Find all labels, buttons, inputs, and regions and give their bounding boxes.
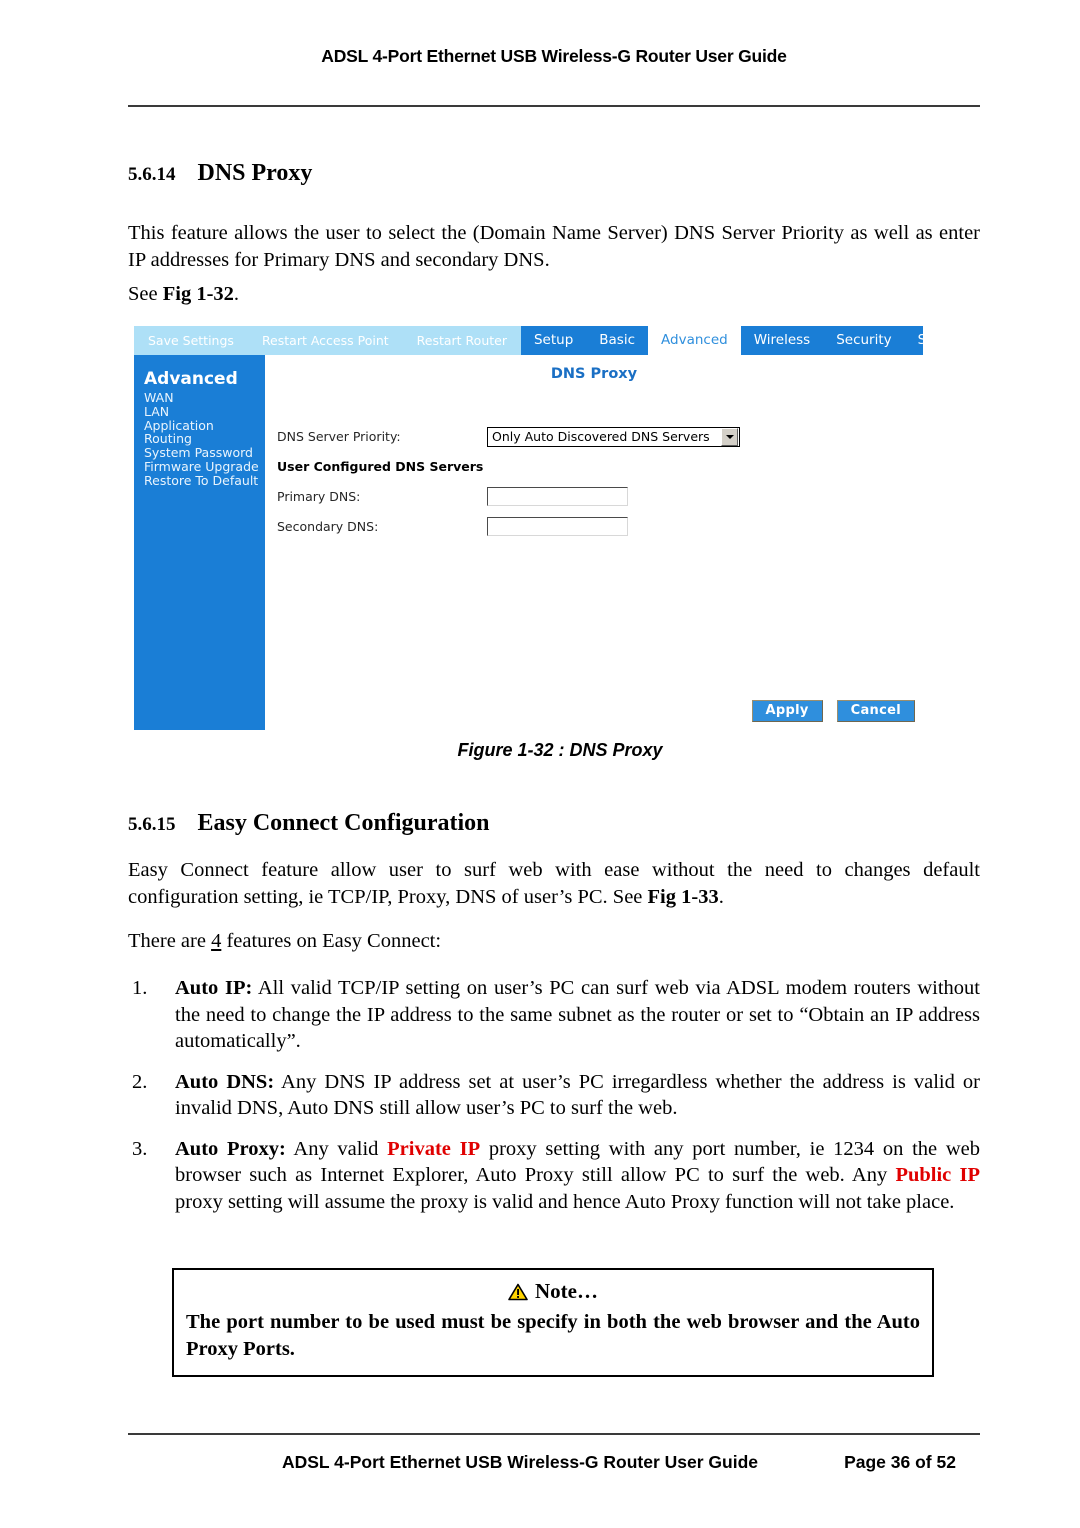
sidebar-item-firmware-upgrade[interactable]: Firmware Upgrade [144, 460, 265, 474]
dns-server-priority-select[interactable]: Only Auto Discovered DNS Servers [487, 426, 740, 447]
list-item-term: Auto IP: [175, 977, 253, 999]
footer-page-number: Page 36 of 52 [844, 1452, 956, 1472]
section-title: Easy Connect Configuration [197, 810, 490, 836]
apply-button[interactable]: Apply [751, 700, 823, 722]
list-item-text-a: Any valid [285, 1137, 388, 1160]
sidebar-item-system-password[interactable]: System Password [144, 446, 265, 460]
features-prefix: There are [128, 930, 212, 952]
router-sidebar: Advanced WAN LAN Application Routing Sys… [134, 355, 265, 730]
page-footer: ADSL 4-Port Ethernet USB Wireless-G Rout… [128, 1452, 980, 1473]
see-figure-1-32: See Fig 1-32. [128, 281, 980, 308]
list-marker: 2. [132, 1070, 148, 1093]
list-item-term: Auto Proxy: [175, 1137, 286, 1160]
cancel-button[interactable]: Cancel [836, 700, 915, 722]
easy-connect-feature-list: 1. Auto IP: All valid TCP/IP setting on u… [128, 975, 980, 1229]
list-item: 2. Auto DNS: Any DNS IP address set at us… [128, 1069, 980, 1122]
tab-advanced[interactable]: Advanced [648, 326, 741, 355]
list-item-term: Auto DNS: [175, 1070, 275, 1093]
tab-status[interactable]: Status [905, 326, 923, 355]
user-configured-dns-servers-label: User Configured DNS Servers [277, 459, 484, 474]
features-suffix: features on Easy Connect: [221, 930, 442, 952]
features-count: 4 [211, 930, 222, 952]
form-row-primary-dns: Primary DNS: [277, 482, 907, 511]
section-number: 5.6.14 [128, 164, 176, 185]
figure-caption: Figure 1-32 : DNS Proxy [457, 740, 663, 760]
list-item-text-c: proxy setting will assume the proxy is v… [175, 1190, 955, 1213]
nav-action-save-settings[interactable]: Save Settings [134, 326, 248, 355]
primary-dns-label: Primary DNS: [277, 489, 361, 504]
sidebar-item-application[interactable]: Application [144, 418, 265, 433]
sidebar-item-routing[interactable]: Routing [144, 432, 265, 446]
easy-intro-part2: . [718, 885, 724, 908]
dns-proxy-form: DNS Server Priority: Only Auto Discovere… [277, 422, 907, 542]
list-item-text: Any DNS IP address set at user’s PC irre… [175, 1070, 980, 1120]
note-heading-text: Note… [535, 1279, 598, 1303]
tab-basic[interactable]: Basic [586, 326, 648, 355]
easy-connect-intro-paragraph: Easy Connect feature allow user to surf … [128, 857, 980, 910]
easy-intro-part1: Easy Connect feature allow user to surf … [128, 859, 980, 908]
section-heading-easy-connect: 5.6.15 Easy Connect Configuration [128, 810, 490, 837]
panel-title-dns-proxy: DNS Proxy [550, 366, 638, 382]
section-heading-dns-proxy: 5.6.14 DNS Proxy [128, 160, 312, 187]
router-admin-screenshot: Save Settings Restart Access Point Resta… [134, 326, 923, 730]
dns-server-priority-label: DNS Server Priority: [277, 429, 401, 444]
list-item: 3. Auto Proxy: Any valid Private IP proxy… [128, 1136, 980, 1216]
dns-proxy-intro-paragraph: This feature allows the user to select t… [128, 222, 980, 271]
see-prefix: See [128, 283, 163, 305]
chevron-down-icon[interactable] [721, 427, 738, 446]
dns-server-priority-value: Only Auto Discovered DNS Servers [492, 429, 710, 444]
see-suffix: . [233, 283, 240, 305]
sidebar-item-lan[interactable]: LAN [144, 404, 265, 419]
running-header: ADSL 4-Port Ethernet USB Wireless-G Rout… [321, 46, 787, 66]
form-row-dns-priority: DNS Server Priority: Only Auto Discovere… [277, 422, 907, 451]
features-count-paragraph: There are 4 features on Easy Connect: [128, 928, 980, 955]
form-actions: Apply Cancel [751, 700, 915, 722]
warning-triangle-icon [508, 1281, 528, 1307]
router-navbar: Save Settings Restart Access Point Resta… [134, 326, 923, 355]
highlight-public-ip: Public IP [895, 1164, 980, 1186]
document-page: ADSL 4-Port Ethernet USB Wireless-G Rout… [0, 0, 1080, 1528]
nav-action-restart-router[interactable]: Restart Router [403, 326, 521, 355]
note-heading: Note… [186, 1278, 920, 1307]
list-item: 1. Auto IP: All valid TCP/IP setting on u… [128, 975, 980, 1055]
highlight-private-ip: Private IP [387, 1137, 481, 1160]
tab-setup[interactable]: Setup [521, 326, 586, 355]
sidebar-item-wan[interactable]: WAN [144, 391, 265, 405]
sidebar-title-advanced: Advanced [144, 369, 238, 389]
footer-title: ADSL 4-Port Ethernet USB Wireless-G Rout… [281, 1452, 758, 1472]
note-body-text: The port number to be used must be speci… [186, 1311, 920, 1360]
sidebar-item-restore-to-default[interactable]: Restore To Default [144, 473, 265, 488]
primary-dns-input[interactable] [487, 487, 628, 506]
nav-actions-group: Save Settings Restart Access Point Resta… [134, 326, 521, 355]
form-row-secondary-dns: Secondary DNS: [277, 512, 907, 541]
secondary-dns-input[interactable] [487, 517, 628, 536]
nav-action-restart-access-point[interactable]: Restart Access Point [248, 326, 403, 355]
section-title: DNS Proxy [197, 160, 313, 186]
form-row-group-label: User Configured DNS Servers [277, 452, 907, 481]
list-item-text: All valid TCP/IP setting on user’s PC ca… [175, 977, 980, 1052]
note-callout-box: Note… The port number to be used must be… [172, 1268, 934, 1377]
figure-reference: Fig 1-32 [162, 283, 234, 305]
nav-tabs-group: Setup Basic Advanced Wireless Security S… [520, 326, 923, 355]
tab-wireless[interactable]: Wireless [741, 326, 824, 355]
footer-rule [128, 1433, 980, 1435]
secondary-dns-label: Secondary DNS: [277, 519, 379, 534]
list-marker: 1. [132, 977, 148, 999]
list-marker: 3. [132, 1137, 148, 1160]
section-number: 5.6.15 [128, 814, 176, 835]
tab-security[interactable]: Security [823, 326, 904, 355]
figure-reference-1-33: Fig 1-33 [647, 885, 719, 908]
header-rule [128, 105, 980, 107]
